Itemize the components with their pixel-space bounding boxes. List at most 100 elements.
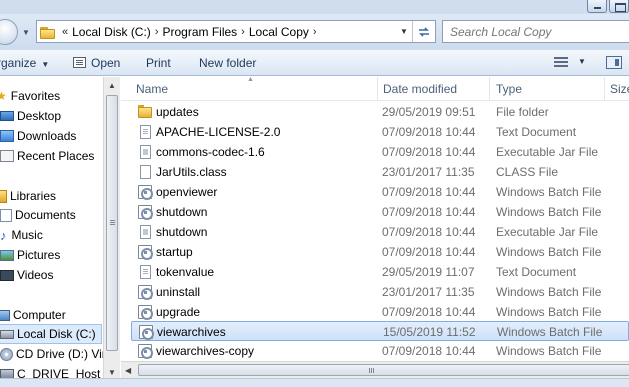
scroll-left-icon[interactable]: ◀ [125, 366, 131, 375]
file-name: openviewer [156, 185, 218, 199]
file-date: 23/01/2017 11:35 [382, 285, 475, 299]
file-date: 15/05/2019 11:52 [383, 325, 476, 339]
videos-icon [0, 269, 14, 281]
file-row[interactable]: commons-codec-1.6 07/09/2018 10:44 Execu… [131, 142, 629, 162]
file-date: 07/09/2018 10:44 [382, 225, 476, 239]
file-date: 29/05/2019 09:51 [382, 105, 476, 119]
file-row[interactable]: APACHE-LICENSE-2.0 07/09/2018 10:44 Text… [131, 122, 629, 142]
file-name: updates [156, 105, 199, 119]
chevron-down-icon: ▼ [41, 60, 50, 69]
print-button[interactable]: Print [146, 56, 171, 70]
nav-local-disk-label: Local Disk (C:) [17, 327, 96, 341]
preview-pane-icon[interactable] [606, 56, 622, 69]
file-row[interactable]: viewarchives-copy 07/09/2018 10:44 Windo… [131, 341, 629, 361]
title-bar [0, 0, 629, 14]
file-row[interactable]: shutdown 07/09/2018 10:44 Windows Batch … [131, 202, 629, 222]
nav-vertical-scrollbar[interactable]: ▲ ▼ [103, 77, 120, 381]
sort-ascending-icon: ▲ [247, 77, 254, 83]
nav-cd-drive[interactable]: CD Drive (D:) Virt [0, 344, 103, 364]
nav-documents[interactable]: Documents [0, 205, 103, 225]
file-name: upgrade [156, 305, 201, 319]
breadcrumb-separator-icon[interactable]: › [241, 26, 245, 38]
column-date-modified[interactable]: Date modified [383, 82, 457, 96]
forward-button[interactable] [0, 19, 18, 45]
file-row[interactable]: uninstall 23/01/2017 11:35 Windows Batch… [131, 282, 629, 302]
star-icon: ★ [0, 89, 7, 103]
address-overflow[interactable]: « [62, 26, 68, 38]
column-type[interactable]: Type [496, 82, 522, 96]
file-row[interactable]: updates 29/05/2019 09:51 File folder [131, 102, 629, 122]
batch-file-icon [138, 245, 153, 260]
text-document-icon [140, 125, 151, 139]
nav-videos[interactable]: Videos [0, 265, 103, 285]
organize-button[interactable]: rganize ▼ [0, 56, 49, 70]
breadcrumb-separator-icon[interactable]: › [155, 26, 159, 38]
nav-scroll-thumb[interactable] [106, 95, 118, 351]
file-row[interactable]: startup 07/09/2018 10:44 Windows Batch F… [131, 242, 629, 262]
column-name[interactable]: Name [136, 82, 168, 96]
address-bar[interactable]: « Local Disk (C:) › Program Files › Loca… [36, 20, 436, 43]
nav-libraries[interactable]: Libraries [0, 186, 99, 206]
file-date: 07/09/2018 10:44 [382, 125, 476, 139]
file-row-selected[interactable]: viewarchives 15/05/2019 11:52 Windows Ba… [131, 321, 629, 341]
nav-computer[interactable]: Computer [0, 305, 99, 325]
nav-music[interactable]: ♪ Music [0, 225, 103, 245]
breadcrumb-separator-icon[interactable]: › [313, 26, 317, 38]
column-size[interactable]: Size [610, 82, 629, 96]
file-type: Text Document [496, 265, 577, 279]
maximize-button[interactable] [609, 0, 629, 13]
nav-favorites[interactable]: ★ Favorites [0, 86, 99, 106]
refresh-button[interactable] [412, 21, 434, 42]
file-type: Windows Batch File [496, 185, 602, 199]
nav-local-disk[interactable]: Local Disk (C:) [0, 324, 102, 344]
nav-pictures[interactable]: Pictures [0, 245, 103, 265]
details-pane [0, 378, 629, 387]
address-history-dropdown[interactable]: ▼ [395, 21, 413, 42]
file-row[interactable]: JarUtils.class 23/01/2017 11:35 CLASS Fi… [131, 162, 629, 182]
new-folder-label: New folder [199, 56, 257, 70]
file-type: Windows Batch File [496, 205, 602, 219]
recent-pages-dropdown[interactable]: ▼ [22, 28, 30, 37]
file-name: startup [156, 245, 193, 259]
jar-file-icon [140, 225, 151, 239]
nav-recent-places[interactable]: Recent Places [0, 146, 103, 166]
file-type: Windows Batch File [496, 245, 602, 259]
new-folder-button[interactable]: New folder [199, 56, 256, 70]
computer-icon [0, 309, 10, 321]
file-type: Windows Batch File [496, 344, 602, 358]
file-type: File folder [496, 105, 549, 119]
file-row[interactable]: openviewer 07/09/2018 10:44 Windows Batc… [131, 182, 629, 202]
refresh-icon [418, 26, 429, 37]
file-name: tokenvalue [156, 265, 215, 279]
nav-downloads[interactable]: Downloads [0, 126, 103, 146]
horizontal-scroll-thumb[interactable] [138, 364, 629, 376]
batch-file-icon [138, 185, 153, 200]
scroll-down-icon[interactable]: ▼ [108, 368, 116, 377]
file-row[interactable]: upgrade 07/09/2018 10:44 Windows Batch F… [131, 302, 629, 322]
file-row[interactable]: tokenvalue 29/05/2019 11:07 Text Documen… [131, 262, 629, 282]
minimize-button[interactable] [587, 0, 607, 13]
file-date: 29/05/2019 11:07 [382, 265, 475, 279]
scroll-up-icon[interactable]: ▲ [108, 81, 116, 90]
command-bar: rganize ▼ Open Print New folder ▼ [0, 50, 629, 76]
search-input[interactable] [450, 24, 629, 39]
breadcrumb-local-copy[interactable]: Local Copy [249, 25, 309, 39]
open-label: Open [91, 56, 121, 70]
breadcrumb-program-files[interactable]: Program Files [162, 25, 237, 39]
breadcrumb-local-disk[interactable]: Local Disk (C:) [72, 25, 151, 39]
desktop-icon [0, 111, 14, 121]
open-icon [73, 57, 86, 68]
libraries-icon [0, 189, 7, 203]
view-options-dropdown[interactable]: ▼ [578, 57, 586, 66]
file-name: uninstall [156, 285, 201, 299]
horizontal-scrollbar[interactable]: ◀ [121, 361, 629, 378]
window-controls [587, 0, 629, 14]
file-row[interactable]: shutdown 07/09/2018 10:44 Executable Jar… [131, 222, 629, 242]
nav-downloads-label: Downloads [17, 129, 77, 143]
batch-file-icon [139, 325, 154, 340]
change-view-icon[interactable] [554, 57, 568, 68]
open-button[interactable]: Open [73, 56, 120, 70]
folder-icon [138, 105, 152, 119]
nav-desktop[interactable]: Desktop [0, 106, 103, 126]
search-box[interactable] [442, 20, 629, 43]
